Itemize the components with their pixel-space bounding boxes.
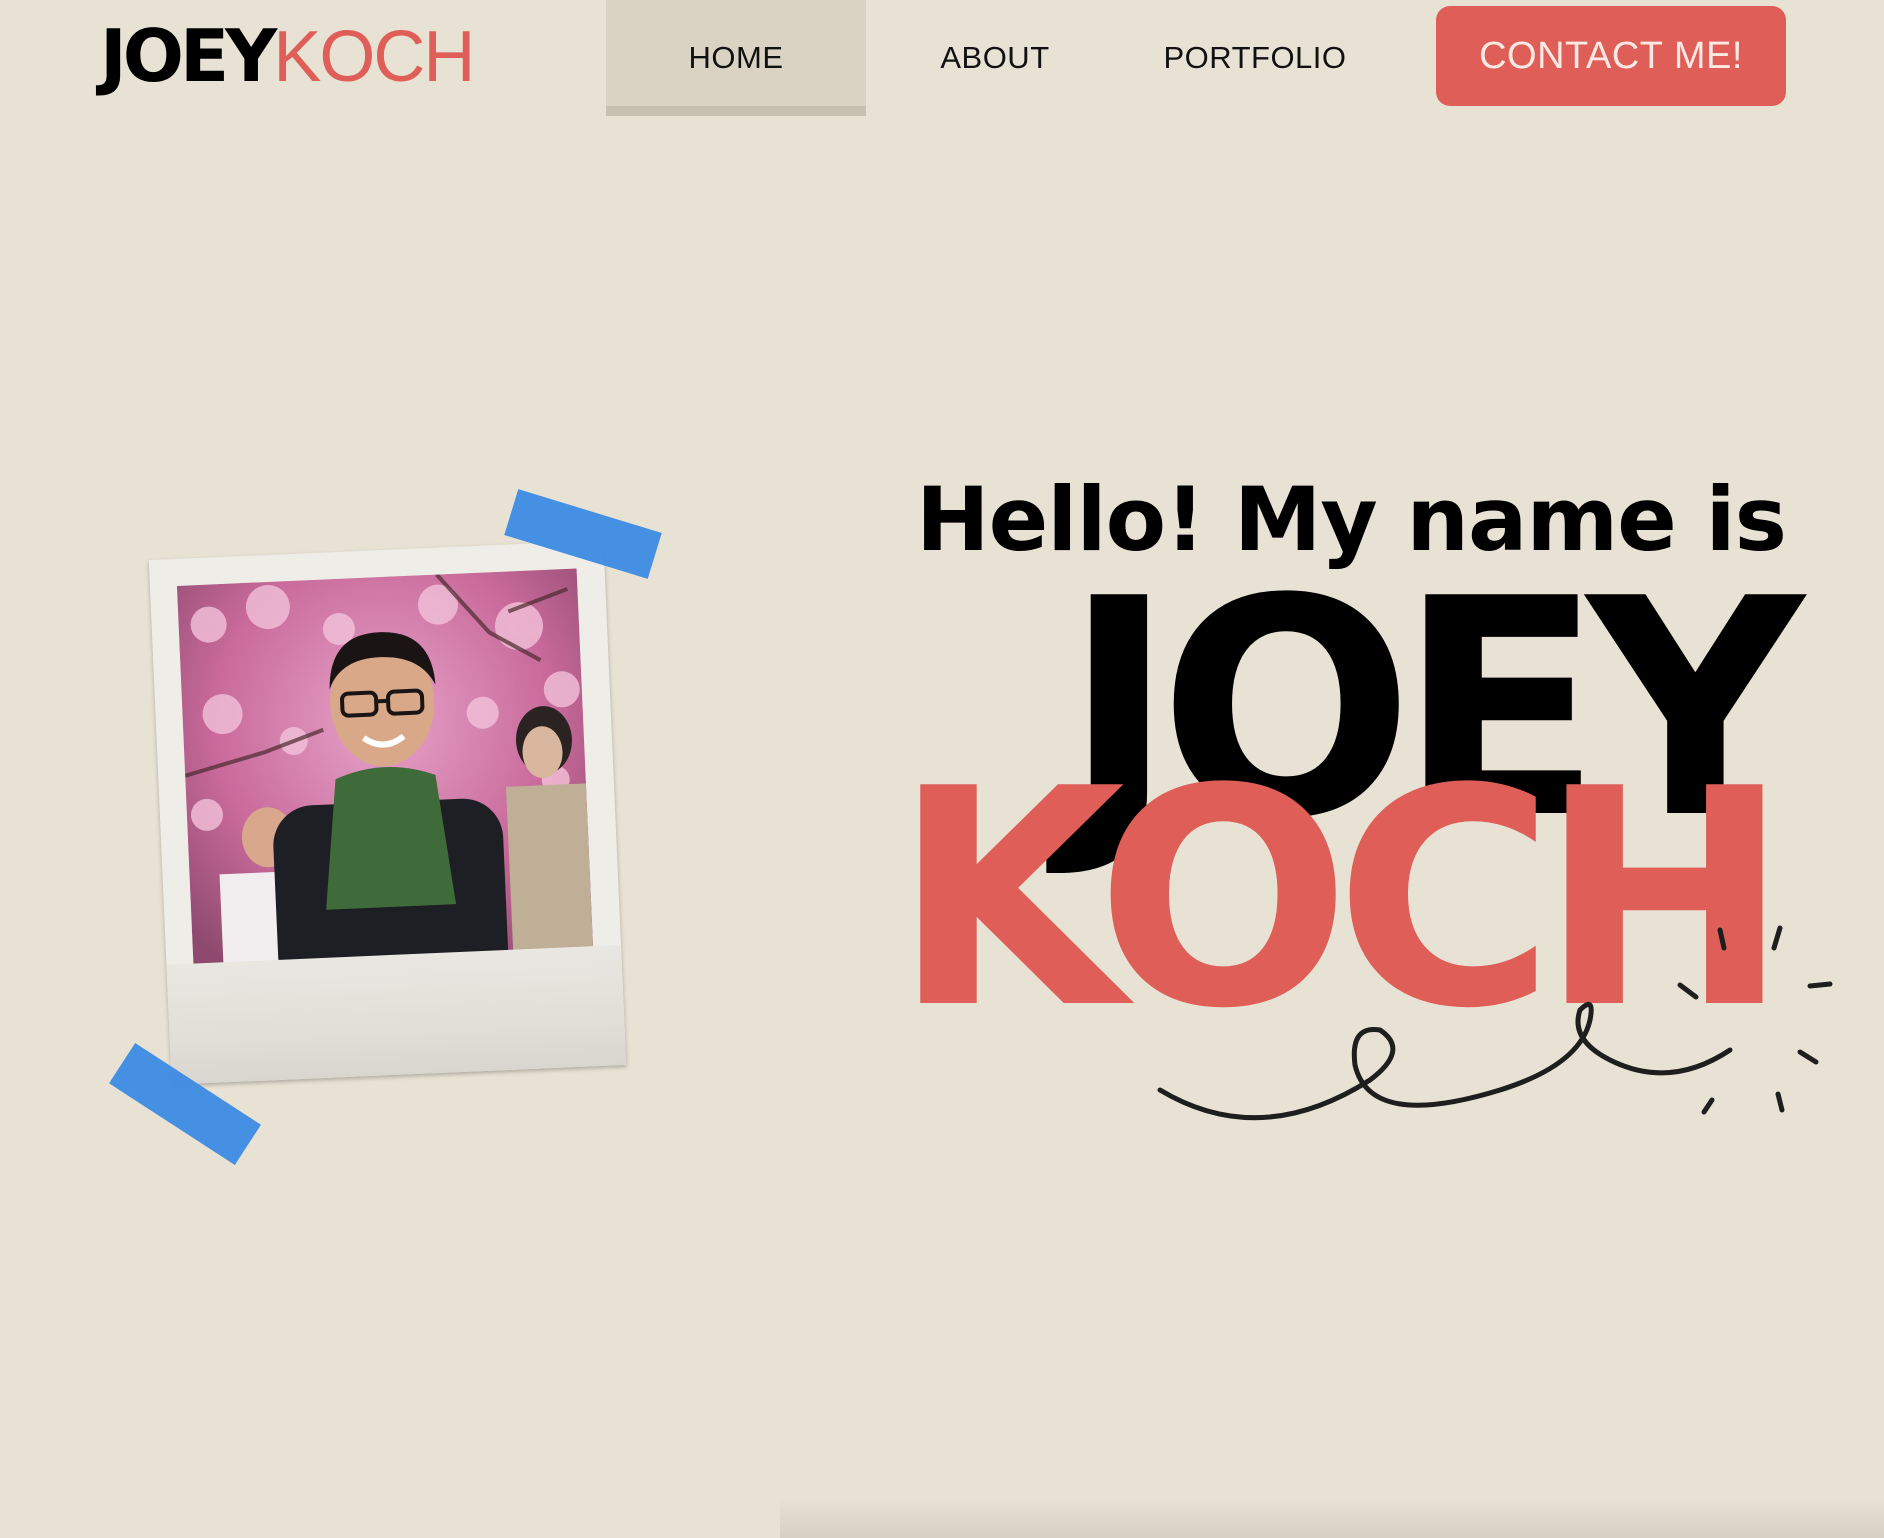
portrait-photo-illustration: [176, 568, 595, 1001]
logo-first-name: JOEY: [100, 14, 277, 98]
portrait-photo: [176, 568, 595, 1001]
photo-frame: [100, 489, 662, 1190]
logo-last-name: KOCH: [273, 17, 475, 97]
page-edge-shadow: [780, 1498, 1884, 1538]
nav-about[interactable]: ABOUT: [900, 0, 1090, 116]
nav-home[interactable]: HOME: [606, 0, 866, 116]
squiggle-doodle-icon: [1157, 925, 1833, 1121]
polaroid-card: [148, 540, 627, 1085]
contact-button[interactable]: CONTACT ME!: [1436, 6, 1786, 106]
nav-portfolio[interactable]: PORTFOLIO: [1150, 0, 1360, 116]
site-logo[interactable]: JOEYKOCH: [100, 20, 475, 93]
